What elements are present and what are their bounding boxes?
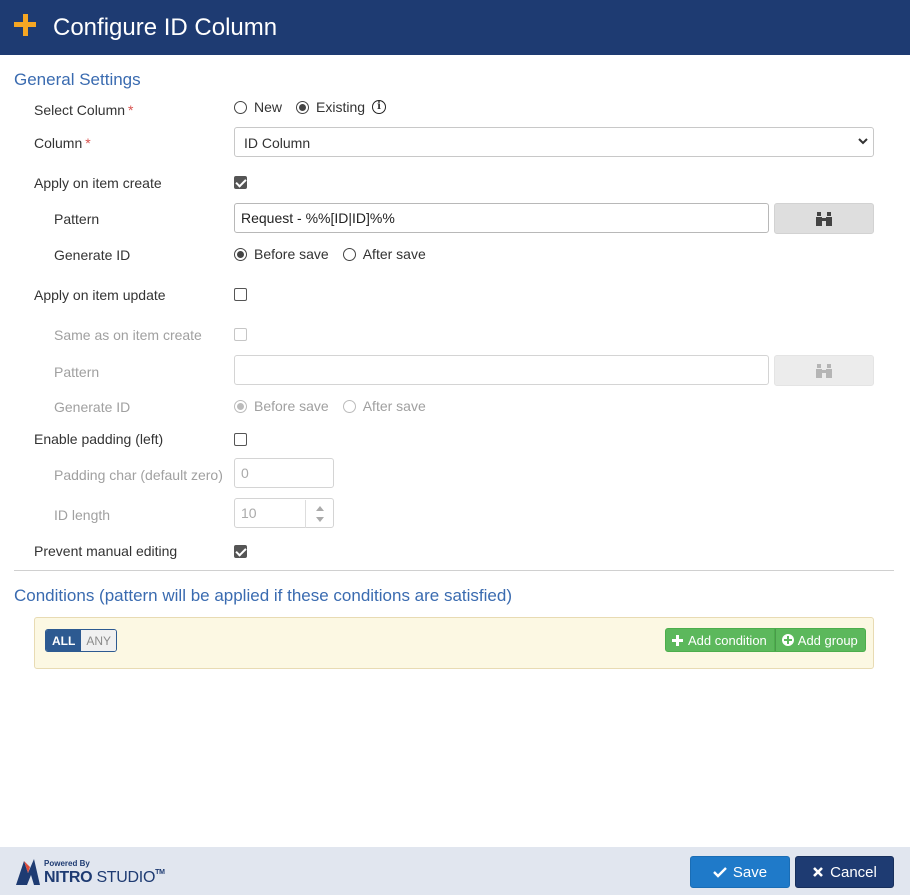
conditions-title: Conditions (pattern will be applied if t… <box>14 586 512 605</box>
id-length-value: 10 <box>241 505 257 521</box>
create-generate-label: Generate ID <box>54 247 131 263</box>
apply-update-checkbox[interactable] <box>234 288 247 301</box>
plus-circle-icon <box>781 634 794 646</box>
update-after-save-radio[interactable] <box>342 399 356 413</box>
prevent-editing-checkbox[interactable] <box>234 545 247 558</box>
section-divider <box>14 570 894 571</box>
add-group-label: Add group <box>797 632 858 648</box>
select-column-radio-group: New Existing i <box>234 99 387 115</box>
update-before-save-label[interactable]: Before save <box>254 398 329 414</box>
radio-new-label[interactable]: New <box>254 99 282 115</box>
binoculars-icon <box>816 212 832 226</box>
padding-char-input[interactable]: 0 <box>234 458 334 488</box>
same-as-create-checkbox[interactable] <box>234 328 247 341</box>
update-generate-radio-group: Before save After save <box>234 398 440 414</box>
update-pattern-lookup-button[interactable] <box>774 355 874 386</box>
cancel-label: Cancel <box>830 863 877 881</box>
same-as-create-label: Same as on item create <box>54 327 202 343</box>
close-icon <box>813 867 824 877</box>
apply-update-label: Apply on item update <box>34 287 166 303</box>
enable-padding-label: Enable padding (left) <box>34 431 164 447</box>
add-group-button[interactable]: Add group <box>774 628 866 652</box>
create-pattern-label: Pattern <box>54 211 100 227</box>
radio-existing[interactable] <box>296 100 310 114</box>
column-select[interactable]: ID Column <box>234 127 874 157</box>
enable-padding-checkbox[interactable] <box>234 433 247 446</box>
general-settings-title: General Settings <box>14 70 141 89</box>
create-generate-radio-group: Before save After save <box>234 246 440 262</box>
column-select-value: ID Column <box>244 135 311 151</box>
dialog-title: Configure ID Column <box>53 14 278 41</box>
info-icon[interactable]: i <box>372 100 387 114</box>
update-pattern-input[interactable] <box>234 355 769 385</box>
save-label: Save <box>732 863 768 881</box>
create-after-save-label[interactable]: After save <box>363 246 426 262</box>
nitro-studio-logo: Powered By NITRO STUDIOTM <box>14 857 174 889</box>
all-any-toggle[interactable]: ALL ANY <box>45 629 118 652</box>
add-condition-button[interactable]: Add condition <box>665 628 775 652</box>
binoculars-icon <box>816 364 832 378</box>
plus-icon <box>14 14 36 36</box>
padding-char-label: Padding char (default zero) <box>54 467 223 483</box>
logo-powered-by: Powered By <box>44 859 90 868</box>
cancel-button[interactable]: Cancel <box>795 856 894 888</box>
save-button[interactable]: Save <box>690 856 790 888</box>
create-before-save-radio[interactable] <box>234 247 247 261</box>
update-before-save-radio[interactable] <box>234 399 247 413</box>
id-length-label: ID length <box>54 507 111 523</box>
condition-buttons: Add condition Add group <box>665 628 866 652</box>
check-icon <box>713 867 727 878</box>
radio-new[interactable] <box>234 100 247 114</box>
nitro-logo-icon <box>16 859 40 885</box>
create-pattern-lookup-button[interactable] <box>774 203 874 234</box>
create-after-save-radio[interactable] <box>342 247 356 261</box>
chevron-down-icon <box>858 138 868 145</box>
spinner-arrows-icon <box>316 506 324 522</box>
add-condition-label: Add condition <box>688 632 767 648</box>
prevent-editing-label: Prevent manual editing <box>34 543 178 559</box>
update-pattern-label: Pattern <box>54 364 100 380</box>
conditions-panel: ALL ANY Add condition Add group <box>34 617 874 669</box>
update-generate-label: Generate ID <box>54 399 131 415</box>
create-before-save-label[interactable]: Before save <box>254 246 329 262</box>
id-length-spinner[interactable] <box>305 500 333 528</box>
plus-icon <box>672 634 683 646</box>
toggle-any[interactable]: ANY <box>81 630 117 651</box>
dialog-header: Configure ID Column <box>0 0 910 55</box>
apply-create-checkbox[interactable] <box>234 176 247 189</box>
column-label: Column * <box>34 135 91 151</box>
apply-create-label: Apply on item create <box>34 175 162 191</box>
update-after-save-label[interactable]: After save <box>363 398 426 414</box>
radio-existing-label[interactable]: Existing <box>316 99 365 115</box>
select-column-label: Select Column * <box>34 102 134 118</box>
toggle-all[interactable]: ALL <box>46 630 82 651</box>
create-pattern-input[interactable]: Request - %%[ID|ID]%% <box>234 203 769 233</box>
logo-wordmark: NITRO STUDIOTM <box>44 869 165 886</box>
